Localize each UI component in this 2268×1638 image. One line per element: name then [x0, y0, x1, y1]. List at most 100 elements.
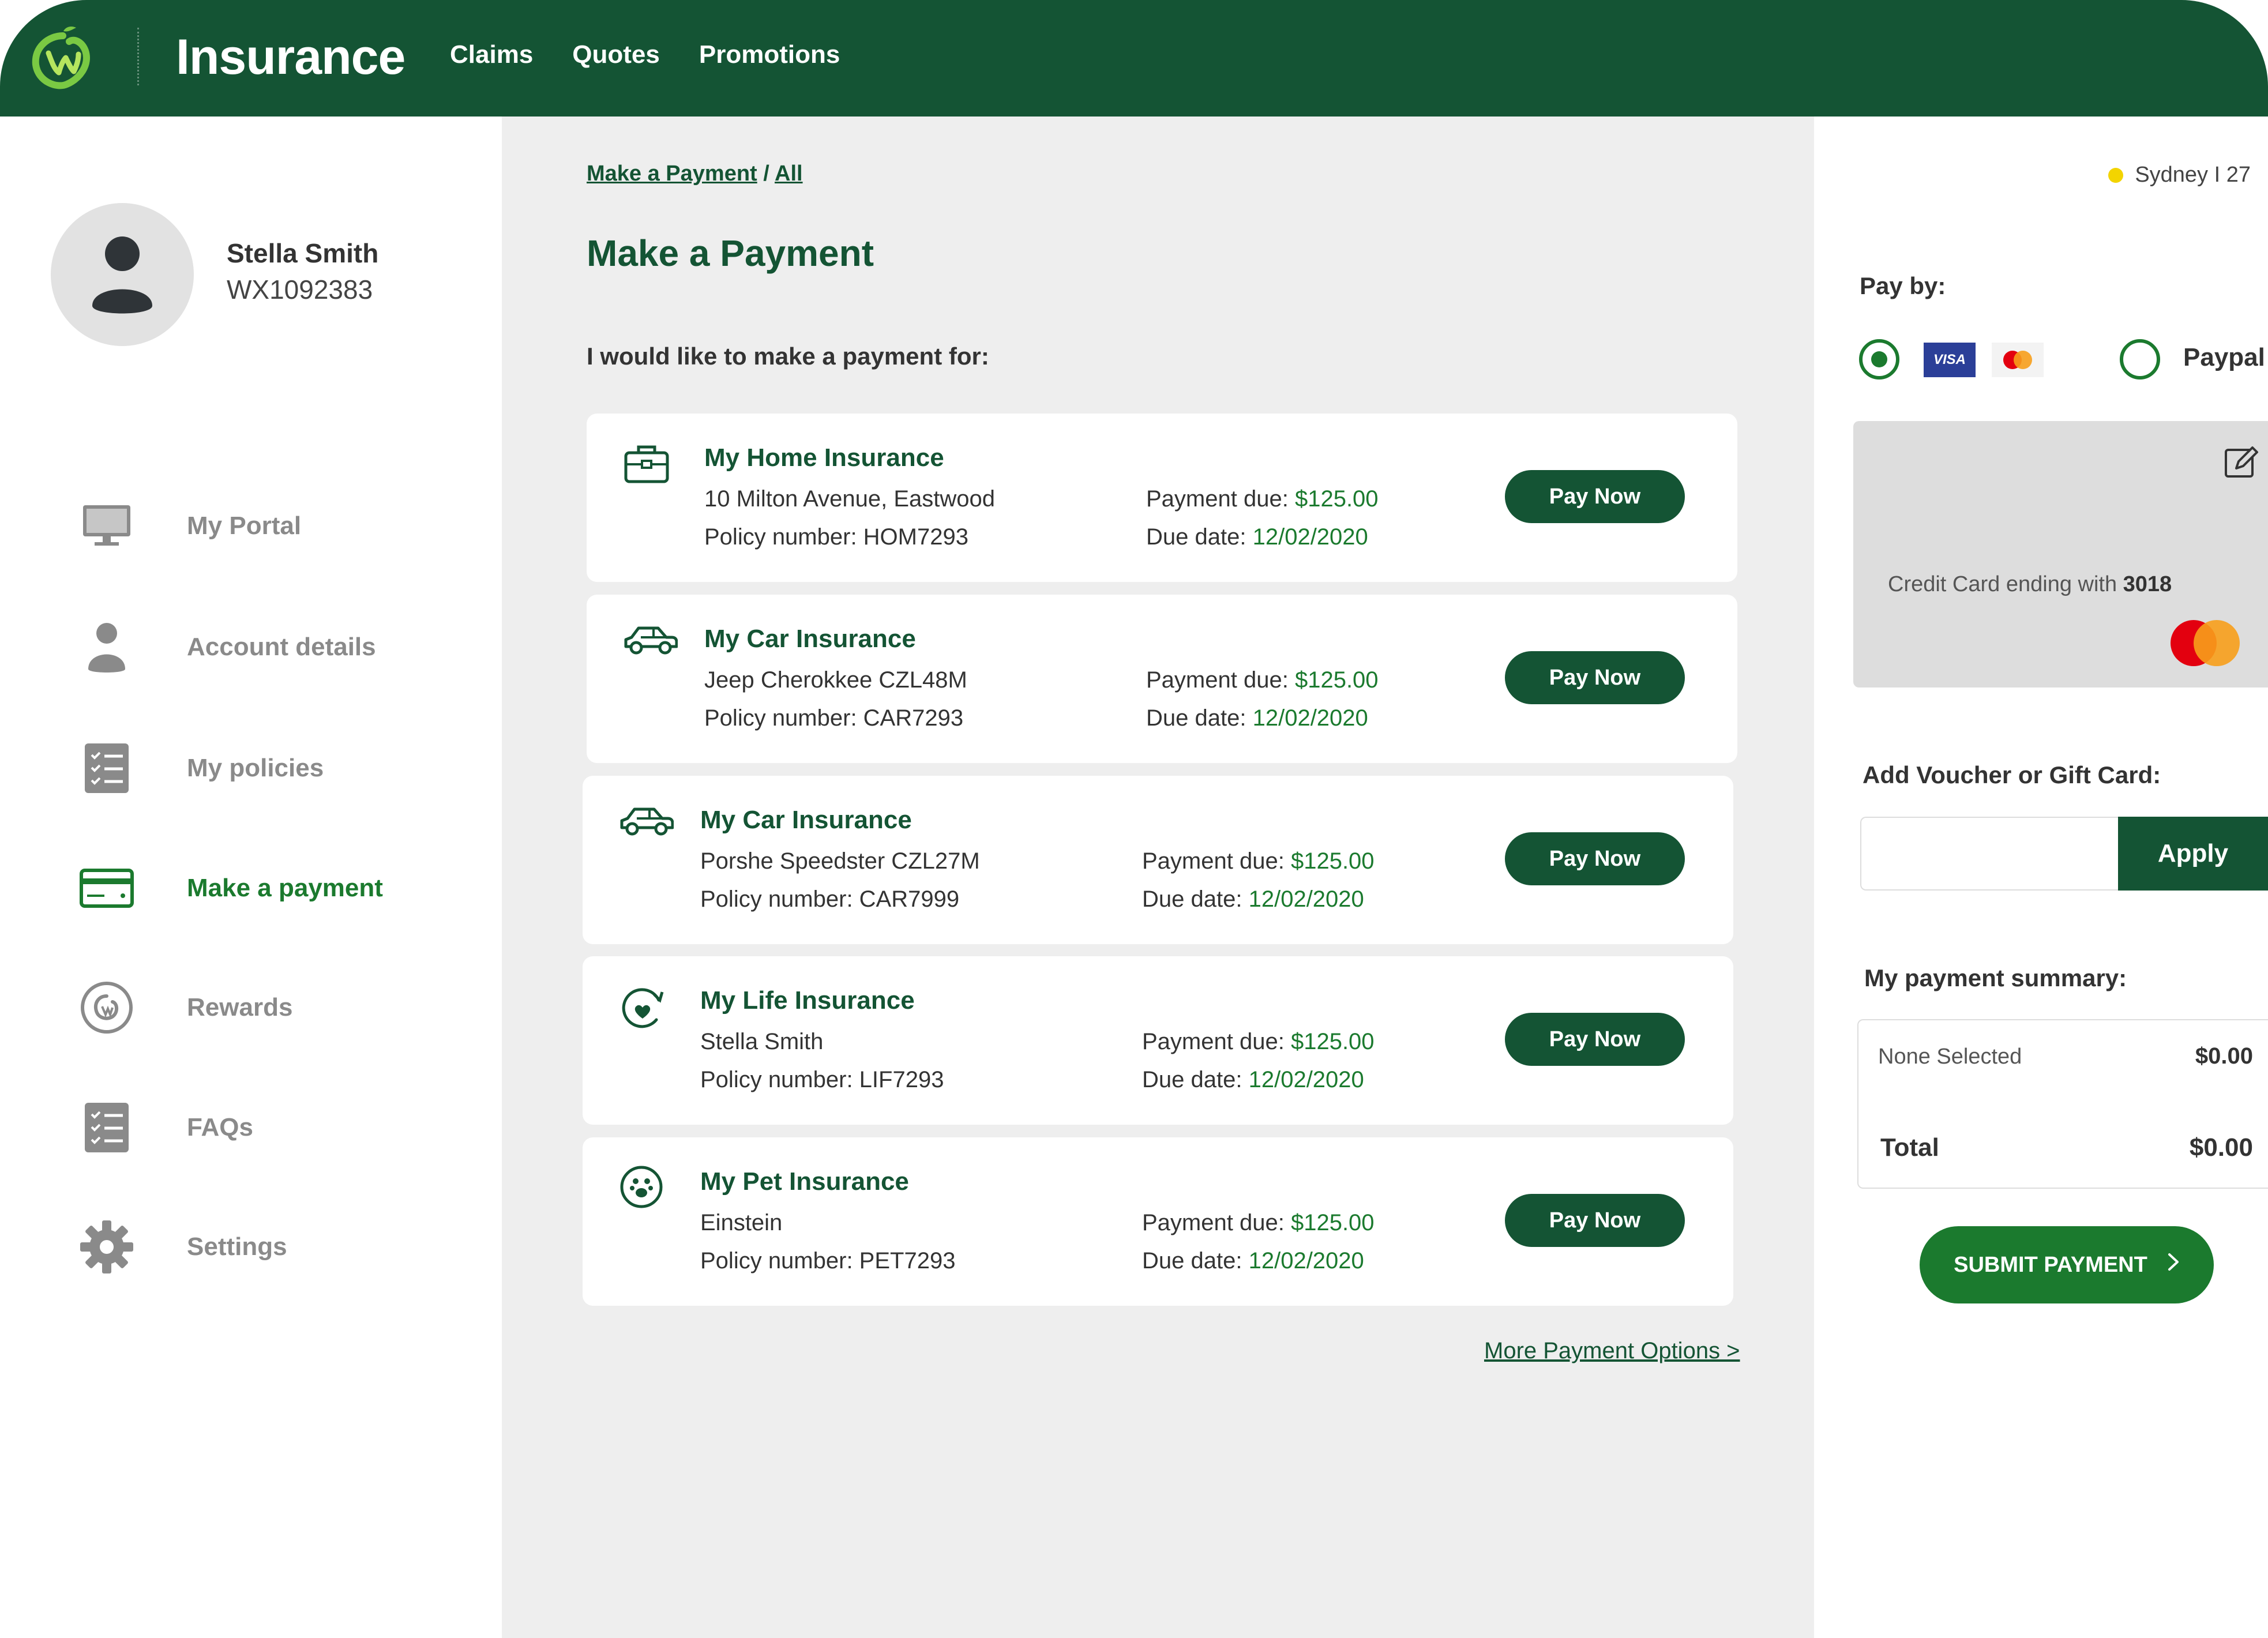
nav-claims[interactable]: Claims	[450, 40, 533, 69]
due-date: Due date: 12/02/2020	[1146, 524, 1368, 550]
rewards-icon	[75, 976, 138, 1039]
pay-now-button[interactable]: Pay Now	[1505, 1013, 1685, 1066]
payment-due-label: Payment due:	[1146, 486, 1289, 512]
sidebar-item-label: FAQs	[187, 1113, 253, 1141]
policy-number: Policy number: PET7293	[700, 1248, 956, 1273]
pay-now-button[interactable]: Pay Now	[1505, 470, 1685, 523]
due-date-label: Due date:	[1146, 705, 1246, 731]
breadcrumb-separator: /	[763, 161, 769, 186]
policy-number: Policy number: CAR7999	[700, 886, 960, 912]
payment-summary-label: My payment summary:	[1864, 964, 2127, 991]
sidebar-item-faqs[interactable]: FAQs	[75, 1096, 479, 1159]
pay-now-button[interactable]: Pay Now	[1505, 832, 1685, 885]
policy-card-life: My Life Insurance Stella Smith Policy nu…	[583, 956, 1733, 1125]
policy-card-home: My Home Insurance 10 Milton Avenue, East…	[587, 414, 1737, 582]
payment-due-label: Payment due:	[1142, 1210, 1285, 1235]
car-icon	[622, 621, 678, 667]
logo-divider	[137, 28, 139, 85]
submit-payment-label: SUBMIT PAYMENT	[1954, 1252, 2147, 1277]
total-label: Total	[1880, 1133, 1939, 1162]
payment-due-amount: $125.00	[1294, 667, 1379, 693]
nav-promotions[interactable]: Promotions	[699, 40, 840, 69]
sidebar-item-make-a-payment[interactable]: Make a payment	[75, 856, 479, 920]
policy-number: Policy number: HOM7293	[704, 524, 968, 550]
payment-due: Payment due: $125.00	[1142, 1210, 1375, 1236]
policy-title: My Car Insurance	[704, 625, 916, 653]
card-ending-prefix: Credit Card ending with	[1888, 572, 2123, 596]
payment-due: Payment due: $125.00	[1146, 667, 1379, 693]
sidebar-item-label: Account details	[187, 633, 376, 661]
person-icon	[75, 615, 138, 679]
sidebar-item-label: Settings	[187, 1233, 287, 1261]
breadcrumb-all[interactable]: All	[775, 161, 803, 186]
briefcase-icon	[622, 440, 671, 486]
payment-panel: Sydney I 27 Pay by: VISA Paypal Credit C…	[1814, 117, 2268, 1638]
brand-title: Insurance	[176, 29, 405, 85]
avatar[interactable]	[51, 203, 194, 346]
payment-due-amount: $125.00	[1290, 848, 1375, 874]
page-title: Make a Payment	[587, 232, 874, 274]
top-header: Insurance Claims Quotes Promotions	[0, 0, 2268, 117]
submit-payment-button[interactable]: SUBMIT PAYMENT	[1920, 1226, 2214, 1303]
sidebar-item-my-policies[interactable]: My policies	[75, 737, 479, 800]
voucher-input[interactable]	[1860, 817, 2118, 891]
policy-number: Policy number: LIF7293	[700, 1067, 944, 1092]
policy-title: My Home Insurance	[704, 444, 944, 472]
sidebar-item-settings[interactable]: Settings	[75, 1215, 479, 1279]
visa-icon: VISA	[1924, 343, 1976, 377]
main-content: Make a Payment / All Make a Payment I wo…	[502, 117, 1814, 1638]
total-amount: $0.00	[2189, 1133, 2253, 1162]
gear-icon	[75, 1215, 138, 1279]
chevron-right-icon	[2167, 1252, 2180, 1278]
sidebar-item-rewards[interactable]: Rewards	[75, 976, 479, 1039]
due-date-label: Due date:	[1146, 524, 1246, 550]
sidebar-item-label: My policies	[187, 754, 324, 782]
payment-due-label: Payment due:	[1142, 848, 1285, 874]
policy-title: My Life Insurance	[700, 986, 915, 1015]
policy-detail: Jeep Cherokkee CZL48M	[704, 667, 967, 693]
pay-now-button[interactable]: Pay Now	[1505, 651, 1685, 704]
saved-credit-card[interactable]: Credit Card ending with 3018	[1853, 421, 2268, 687]
payment-due-amount: $125.00	[1294, 486, 1379, 512]
pay-now-button[interactable]: Pay Now	[1505, 1194, 1685, 1247]
nav-quotes[interactable]: Quotes	[572, 40, 660, 69]
checklist-icon	[75, 737, 138, 800]
sidebar: Stella Smith WX1092383 My Portal Account…	[0, 117, 502, 1638]
sidebar-item-account-details[interactable]: Account details	[75, 615, 479, 679]
heart-cycle-icon	[618, 983, 667, 1029]
edit-icon[interactable]	[2222, 444, 2259, 481]
breadcrumb: Make a Payment / All	[587, 161, 803, 186]
due-date-value: 12/02/2020	[1248, 1067, 1364, 1092]
policy-detail: Stella Smith	[700, 1029, 824, 1054]
policy-card-car: My Car Insurance Porshe Speedster CZL27M…	[583, 776, 1733, 944]
location-text: Sydney I 27	[2135, 163, 2251, 187]
apply-button[interactable]: Apply	[2118, 817, 2268, 891]
card-payment-radio[interactable]	[1859, 339, 1899, 380]
payment-due-label: Payment due:	[1146, 667, 1289, 693]
payment-due-amount: $125.00	[1290, 1210, 1375, 1235]
due-date: Due date: 12/02/2020	[1142, 1067, 1364, 1093]
summary-item-label: None Selected	[1878, 1045, 2022, 1069]
person-icon	[92, 236, 152, 314]
due-date-label: Due date:	[1142, 886, 1242, 912]
payment-due: Payment due: $125.00	[1146, 486, 1379, 512]
mastercard-icon	[1992, 343, 2044, 377]
pay-by-label: Pay by:	[1860, 272, 1946, 299]
sidebar-item-label: My Portal	[187, 512, 302, 540]
sidebar-item-label: Rewards	[187, 993, 293, 1021]
payment-due: Payment due: $125.00	[1142, 1029, 1375, 1055]
sidebar-item-label: Make a payment	[187, 874, 383, 902]
top-nav: Claims Quotes Promotions	[450, 40, 840, 69]
policy-card-car: My Car Insurance Jeep Cherokkee CZL48M P…	[587, 595, 1737, 763]
breadcrumb-make-a-payment[interactable]: Make a Payment	[587, 161, 757, 186]
paypal-radio[interactable]	[2120, 339, 2160, 380]
sidebar-item-my-portal[interactable]: My Portal	[75, 494, 479, 558]
user-name: Stella Smith	[227, 238, 379, 268]
payment-summary: None Selected $0.00 Total $0.00	[1857, 1019, 2268, 1189]
due-date: Due date: 12/02/2020	[1146, 705, 1368, 731]
more-payment-options-link[interactable]: More Payment Options >	[1484, 1338, 1740, 1364]
radio-selected-dot	[1871, 351, 1887, 367]
woolworths-logo-icon[interactable]	[25, 24, 100, 93]
due-date: Due date: 12/02/2020	[1142, 886, 1364, 912]
due-date-value: 12/02/2020	[1248, 886, 1364, 912]
